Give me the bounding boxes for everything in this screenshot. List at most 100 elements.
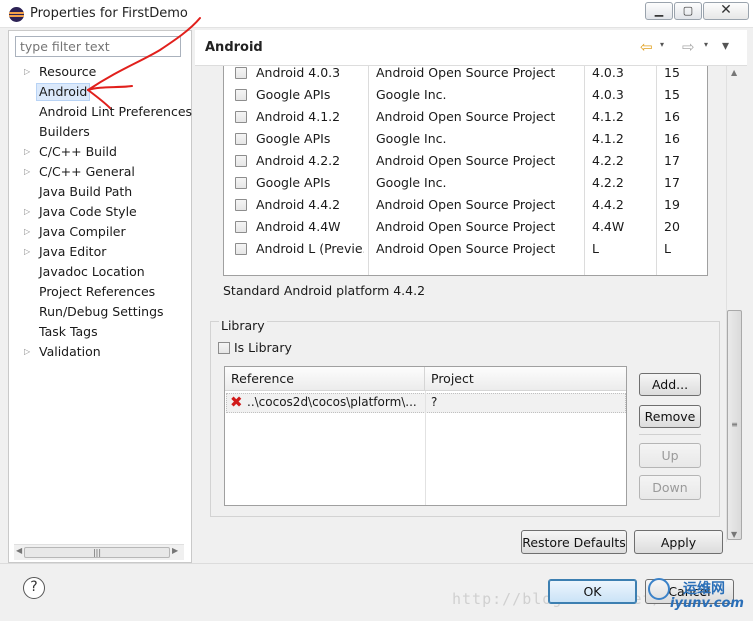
target-checkbox[interactable] xyxy=(235,199,247,211)
target-api: 15 xyxy=(664,87,680,102)
project-column-header[interactable]: Project xyxy=(425,367,626,391)
page-title: Android xyxy=(205,40,263,55)
view-menu-icon[interactable]: ▾ xyxy=(722,38,729,54)
scroll-down-arrow-icon[interactable]: ▼ xyxy=(731,530,737,539)
target-platform: 4.1.2 xyxy=(592,109,624,124)
column-divider xyxy=(425,391,426,505)
help-icon[interactable]: ? xyxy=(23,577,45,599)
table-row[interactable]: Android 4.1.2 Android Open Source Project… xyxy=(224,106,707,128)
ok-button[interactable]: OK xyxy=(548,579,637,604)
apply-button[interactable]: Apply xyxy=(634,530,723,554)
tree-item[interactable]: Resource xyxy=(39,63,96,81)
target-vendor: Android Open Source Project xyxy=(376,66,556,80)
right-scroll-thumb[interactable]: ≡ xyxy=(727,310,742,540)
tree-item[interactable]: Project References xyxy=(39,283,155,301)
target-platform: 4.0.3 xyxy=(592,66,624,80)
tree-item[interactable]: Android xyxy=(36,83,91,101)
target-vendor: Google Inc. xyxy=(376,175,447,190)
expand-arrow-icon[interactable]: ▷ xyxy=(24,143,32,161)
target-api: 16 xyxy=(664,131,680,146)
target-vendor: Android Open Source Project xyxy=(376,109,556,124)
remove-library-button[interactable]: Remove xyxy=(639,405,701,428)
scroll-left-arrow-icon[interactable]: ◀ xyxy=(16,546,22,555)
target-checkbox[interactable] xyxy=(235,111,247,123)
target-platform: 4.1.2 xyxy=(592,131,624,146)
close-button[interactable]: ✕ xyxy=(703,2,749,20)
tree-item[interactable]: Java Build Path xyxy=(39,183,132,201)
move-up-button[interactable]: Up xyxy=(639,443,701,468)
scroll-up-arrow-icon[interactable]: ▲ xyxy=(731,68,737,77)
expand-arrow-icon[interactable]: ▷ xyxy=(24,243,32,261)
left-scroll-thumb[interactable]: ||| xyxy=(24,547,170,558)
tree-item[interactable]: Javadoc Location xyxy=(39,263,145,281)
table-row[interactable]: Google APIs Google Inc. 4.2.2 17 xyxy=(224,172,707,194)
back-dropdown-icon[interactable]: ▾ xyxy=(660,40,664,49)
filter-input[interactable] xyxy=(15,36,181,57)
expand-arrow-icon[interactable]: ▷ xyxy=(24,343,32,361)
target-checkbox[interactable] xyxy=(235,133,247,145)
reference-column-header[interactable]: Reference xyxy=(225,367,425,391)
tree-item[interactable]: Java Code Style xyxy=(39,203,137,221)
target-api: 17 xyxy=(664,175,680,190)
reference-project: ? xyxy=(431,395,438,409)
tree-item[interactable]: Java Compiler xyxy=(39,223,126,241)
minimize-button[interactable]: ▁ xyxy=(645,2,673,20)
target-api: 17 xyxy=(664,153,680,168)
target-checkbox[interactable] xyxy=(235,67,247,79)
target-checkbox[interactable] xyxy=(235,155,247,167)
expand-arrow-icon[interactable]: ▷ xyxy=(24,203,32,221)
tree-item[interactable]: Validation xyxy=(39,343,101,361)
expand-arrow-icon[interactable]: ▷ xyxy=(24,163,32,181)
eclipse-icon xyxy=(9,7,24,22)
target-checkbox[interactable] xyxy=(235,243,247,255)
forward-dropdown-icon[interactable]: ▾ xyxy=(704,40,708,49)
target-vendor: Android Open Source Project xyxy=(376,241,556,256)
tree-item[interactable]: Run/Debug Settings xyxy=(39,303,164,321)
table-row[interactable]: Google APIs Google Inc. 4.1.2 16 xyxy=(224,128,707,150)
target-platform: 4.4W xyxy=(592,219,625,234)
watermark-logo-text: 运维网 xyxy=(683,581,725,597)
target-api: 16 xyxy=(664,109,680,124)
page-header xyxy=(195,30,747,66)
restore-defaults-button[interactable]: Restore Defaults xyxy=(521,530,627,554)
target-vendor: Android Open Source Project xyxy=(376,219,556,234)
separator xyxy=(639,434,701,435)
add-library-button[interactable]: Add... xyxy=(639,373,701,396)
tree-item[interactable]: Java Editor xyxy=(39,243,106,261)
target-checkbox[interactable] xyxy=(235,89,247,101)
tree-item[interactable]: Builders xyxy=(39,123,90,141)
target-api: 19 xyxy=(664,197,680,212)
expand-arrow-icon[interactable]: ▷ xyxy=(24,63,32,81)
table-row[interactable]: Android L (Previe... Android Open Source … xyxy=(224,238,707,260)
tree-item[interactable]: Task Tags xyxy=(39,323,98,341)
target-checkbox[interactable] xyxy=(235,177,247,189)
target-vendor: Android Open Source Project xyxy=(376,197,556,212)
selected-platform-text: Standard Android platform 4.4.2 xyxy=(223,283,426,298)
error-icon: ✖ xyxy=(230,393,243,411)
back-arrow-icon[interactable]: ⇦ xyxy=(640,38,660,56)
table-row[interactable]: Android 4.4W Android Open Source Project 4… xyxy=(224,216,707,238)
target-api: L xyxy=(664,241,671,256)
table-row[interactable]: Android 4.4.2 Android Open Source Project… xyxy=(224,194,707,216)
table-row[interactable]: Android 4.2.2 Android Open Source Project… xyxy=(224,150,707,172)
is-library-label[interactable]: Is Library xyxy=(234,340,292,355)
expand-arrow-icon[interactable]: ▷ xyxy=(24,223,32,241)
target-vendor: Google Inc. xyxy=(376,131,447,146)
is-library-checkbox[interactable] xyxy=(218,342,230,354)
reference-path: ..\cocos2d\cocos\platform\... xyxy=(247,395,417,409)
maximize-button[interactable]: ▢ xyxy=(674,2,702,20)
scroll-right-arrow-icon[interactable]: ▶ xyxy=(172,546,178,555)
table-row[interactable]: Android 4.0.3 Android Open Source Project… xyxy=(224,66,707,84)
target-checkbox[interactable] xyxy=(235,221,247,233)
table-row[interactable]: Google APIs Google Inc. 4.0.3 15 xyxy=(224,84,707,106)
move-down-button[interactable]: Down xyxy=(639,475,701,500)
watermark-logo-icon xyxy=(648,578,670,600)
target-name: Android L (Previe... xyxy=(256,241,364,256)
forward-arrow-icon[interactable]: ⇨ xyxy=(682,38,695,56)
tree-item[interactable]: C/C++ Build xyxy=(39,143,117,161)
target-name: Android 4.2.2 xyxy=(256,153,341,168)
tree-item[interactable]: C/C++ General xyxy=(39,163,135,181)
library-reference-table: Reference Project xyxy=(224,366,627,506)
tree-item[interactable]: Android Lint Preferences xyxy=(39,103,192,121)
target-platform: L xyxy=(592,241,599,256)
